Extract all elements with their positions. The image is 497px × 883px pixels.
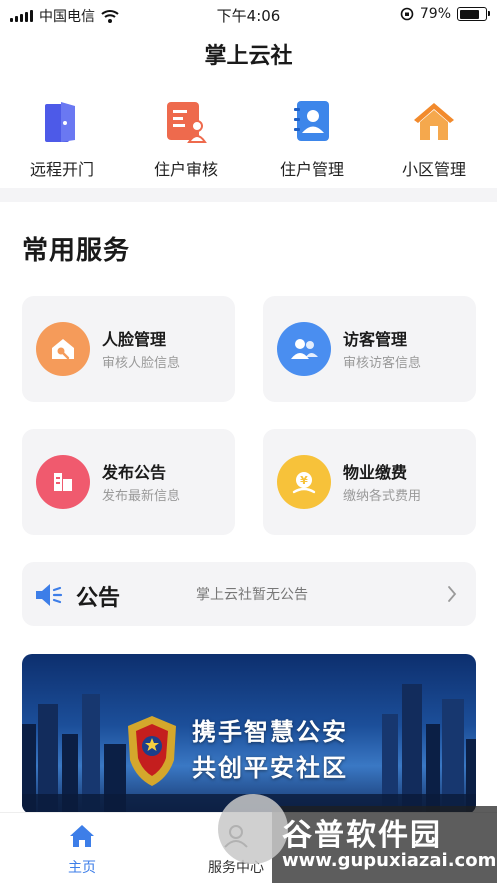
tab-home[interactable]: 主页 <box>22 823 142 877</box>
service-title: 发布公告 <box>102 463 167 482</box>
service-title: 人脸管理 <box>102 330 167 349</box>
quick-action-resident-review[interactable]: 住户审核 <box>126 98 246 180</box>
watermark-name: 谷普软件园 <box>282 818 442 853</box>
quick-action-remote-door[interactable]: 远程开门 <box>2 98 122 180</box>
status-right: 79% <box>400 6 490 22</box>
banner-line-2: 共创平安社区 <box>192 754 348 782</box>
service-card-face[interactable]: 人脸管理 审核人脸信息 <box>22 296 235 402</box>
tab-label: 主页 <box>68 860 96 876</box>
payment-icon: ¥ <box>277 455 331 509</box>
door-icon <box>39 98 85 144</box>
rotation-lock-icon <box>400 7 414 21</box>
notice-label: 公告 <box>76 586 121 611</box>
battery-icon <box>457 7 490 21</box>
notice-bar[interactable]: 公告 掌上云社暂无公告 <box>22 562 476 626</box>
police-emblem-icon <box>128 716 176 786</box>
notice-text: 掌上云社暂无公告 <box>196 587 308 603</box>
status-bar: 中国电信 下午4:06 79% <box>0 0 497 28</box>
banner-line-1: 携手智慧公安 <box>192 718 348 746</box>
house-icon <box>411 98 457 144</box>
watermark-circle-icon <box>218 794 288 864</box>
service-title: 访客管理 <box>343 330 408 349</box>
face-icon <box>36 322 90 376</box>
service-subtitle: 审核人脸信息 <box>102 356 181 371</box>
service-subtitle: 缴纳各式费用 <box>343 489 422 504</box>
chevron-right-icon <box>448 586 457 602</box>
visitor-icon <box>277 322 331 376</box>
quick-action-resident-manage[interactable]: 住户管理 <box>252 98 372 180</box>
service-card-announcement[interactable]: 发布公告 发布最新信息 <box>22 429 235 535</box>
section-divider <box>0 188 497 202</box>
watermark-logo: 谷普软件园 www.gupuxiazai.com <box>218 794 497 883</box>
service-subtitle: 发布最新信息 <box>102 489 181 504</box>
battery-fill <box>459 9 480 19</box>
speaker-icon <box>36 584 63 606</box>
services-title: 常用服务 <box>22 236 131 266</box>
home-icon <box>70 825 94 847</box>
service-card-visitor[interactable]: 访客管理 审核访客信息 <box>263 296 476 402</box>
watermark-url: www.gupuxiazai.com <box>282 850 497 871</box>
service-subtitle: 审核访客信息 <box>343 356 422 371</box>
battery-percent: 79% <box>419 6 451 22</box>
contact-book-icon <box>289 98 335 144</box>
quick-action-label: 小区管理 <box>401 160 466 179</box>
service-card-payment[interactable]: ¥ 物业缴费 缴纳各式费用 <box>263 429 476 535</box>
promo-banner[interactable]: 携手智慧公安 共创平安社区 <box>22 654 476 814</box>
quick-actions: 远程开门 住户审核 住户管理 小区管理 <box>0 98 497 186</box>
resident-review-icon <box>163 98 209 144</box>
quick-action-label: 住户审核 <box>153 160 218 179</box>
quick-action-community-manage[interactable]: 小区管理 <box>374 98 494 180</box>
service-title: 物业缴费 <box>343 463 408 482</box>
svg-text:¥: ¥ <box>300 474 308 487</box>
announcement-icon <box>36 455 90 509</box>
page-title: 掌上云社 <box>204 44 293 69</box>
quick-action-label: 住户管理 <box>279 160 344 179</box>
quick-action-label: 远程开门 <box>29 160 94 179</box>
